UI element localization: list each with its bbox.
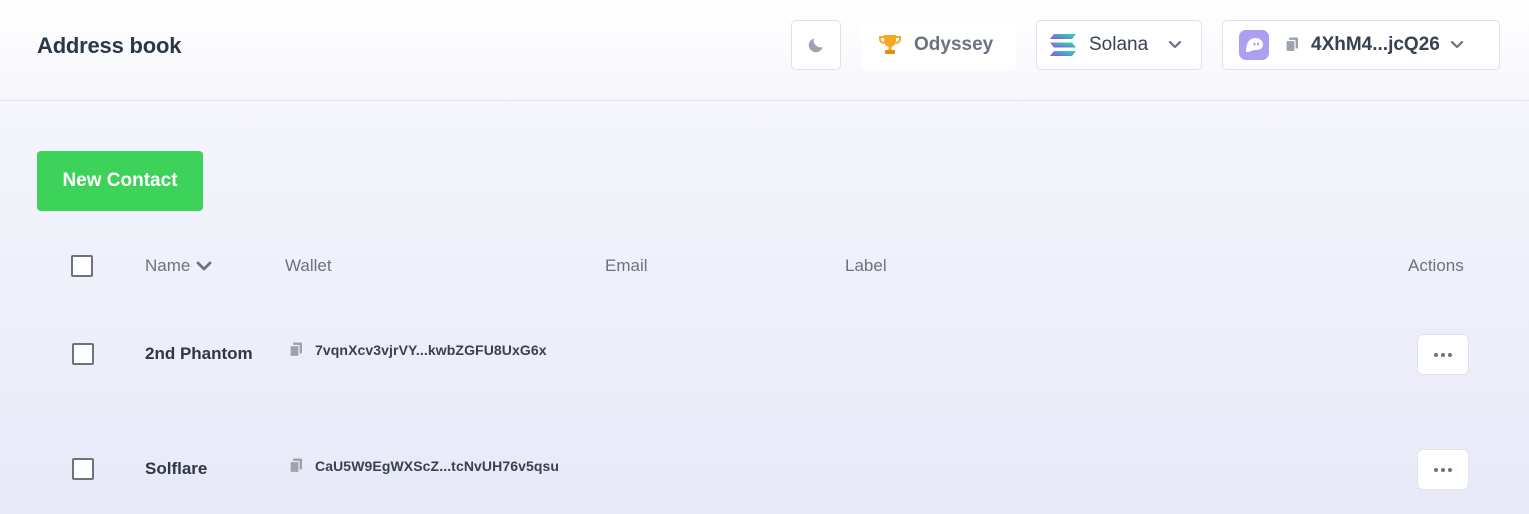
more-horizontal-icon [1434,352,1452,357]
top-bar: Address book Odyssey Solana 4XhM4...jcQ2… [0,0,1529,101]
chevron-down-icon [1450,40,1464,50]
copy-icon[interactable] [1285,37,1299,53]
page-title: Address book [37,33,182,58]
row-checkbox[interactable] [72,343,94,365]
column-header-actions: Actions [1408,256,1464,275]
solana-logo-icon [1049,33,1077,57]
row-actions-button[interactable] [1417,334,1469,375]
select-all-checkbox[interactable] [71,255,93,277]
moon-icon [806,35,826,55]
column-header-name-label: Name [145,256,191,275]
column-header-wallet: Wallet [285,256,332,275]
wallet-selector[interactable]: 4XhM4...jcQ26 [1222,20,1500,70]
chevron-down-icon [1168,40,1182,50]
contact-wallet: 7vqnXcv3vjrVY...kwbZGFU8UxG6x [289,342,547,358]
network-label: Solana [1089,34,1149,55]
odyssey-label: Odyssey [914,34,994,55]
more-horizontal-icon [1434,467,1452,472]
new-contact-button[interactable]: New Contact [37,151,203,211]
contact-wallet: CaU5W9EgWXScZ...tcNvUH76v5qsu [289,458,559,474]
wallet-address: CaU5W9EgWXScZ...tcNvUH76v5qsu [315,458,560,474]
copy-icon[interactable] [289,342,303,358]
contact-name: Solflare [145,459,208,478]
wallet-address: 4XhM4...jcQ26 [1311,34,1440,55]
phantom-ghost-icon [1239,30,1269,60]
copy-icon[interactable] [289,458,303,474]
column-header-name[interactable]: Name [145,256,212,276]
theme-toggle-button[interactable] [791,20,841,70]
wallet-address: 7vqnXcv3vjrVY...kwbZGFU8UxG6x [315,342,547,358]
column-header-email: Email [605,256,648,275]
network-selector[interactable]: Solana [1036,20,1202,70]
odyssey-button[interactable]: Odyssey [861,20,1016,70]
contact-name: 2nd Phantom [145,344,253,363]
row-actions-button[interactable] [1417,449,1469,490]
trophy-icon [878,34,902,56]
column-header-label: Label [845,256,887,275]
chevron-down-icon [190,260,212,272]
row-checkbox[interactable] [72,458,94,480]
